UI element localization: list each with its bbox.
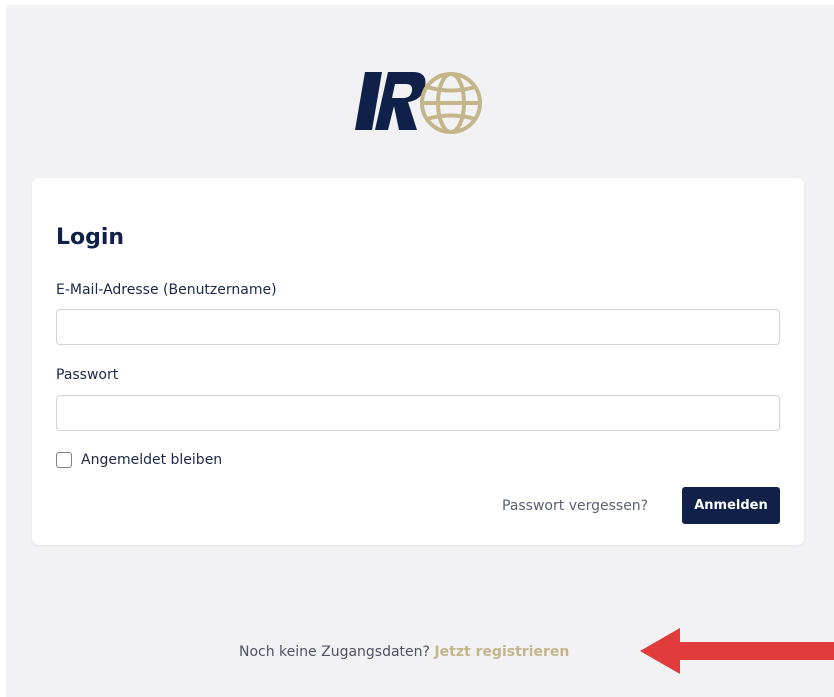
email-input[interactable]: [56, 309, 780, 345]
remember-me-row[interactable]: Angemeldet bleiben: [56, 450, 222, 470]
register-prompt: Noch keine Zugangsdaten? Jetzt registrie…: [239, 643, 569, 661]
login-button[interactable]: Anmelden: [682, 487, 780, 524]
forgot-password-link[interactable]: Passwort vergessen?: [502, 497, 648, 515]
password-input[interactable]: [56, 395, 780, 431]
register-prompt-text: Noch keine Zugangsdaten?: [239, 644, 430, 660]
register-link[interactable]: Jetzt registrieren: [434, 644, 569, 660]
password-label: Passwort: [56, 367, 119, 383]
ir-globe-logo-icon: [355, 72, 482, 134]
remember-me-label[interactable]: Angemeldet bleiben: [81, 452, 222, 468]
left-arrow-icon: [640, 628, 834, 674]
email-label: E-Mail-Adresse (Benutzername): [56, 282, 277, 298]
login-title: Login: [56, 225, 125, 250]
login-card: Login E-Mail-Adresse (Benutzername) Pass…: [32, 178, 804, 545]
remember-me-checkbox[interactable]: [56, 452, 72, 468]
